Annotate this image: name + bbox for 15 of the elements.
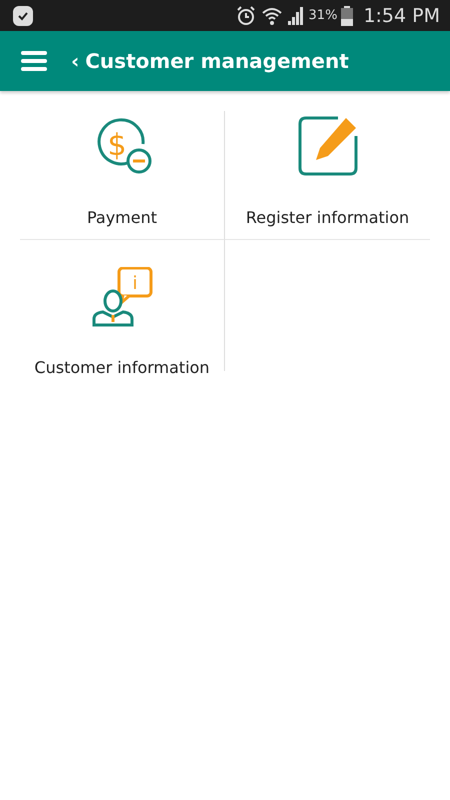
menu-tile[interactable]: $ Payment — [20, 111, 225, 240]
tile-label: Payment — [86, 208, 158, 227]
screen-title: Customer management — [85, 49, 349, 73]
menu-tile[interactable]: Register information — [225, 111, 430, 240]
battery-percent: 31% — [308, 8, 338, 23]
tile-label: Register information — [246, 208, 410, 227]
signal-icon — [286, 6, 305, 26]
alarm-icon — [234, 4, 257, 26]
menu-tile[interactable]: i Customer information — [20, 240, 225, 371]
clock: 1:54 PM — [363, 4, 440, 26]
notification-icon — [12, 4, 34, 26]
edit-icon — [298, 116, 358, 176]
back-button[interactable]: ‹ — [71, 49, 80, 73]
menu-icon[interactable] — [21, 50, 47, 72]
battery-icon — [341, 6, 354, 26]
